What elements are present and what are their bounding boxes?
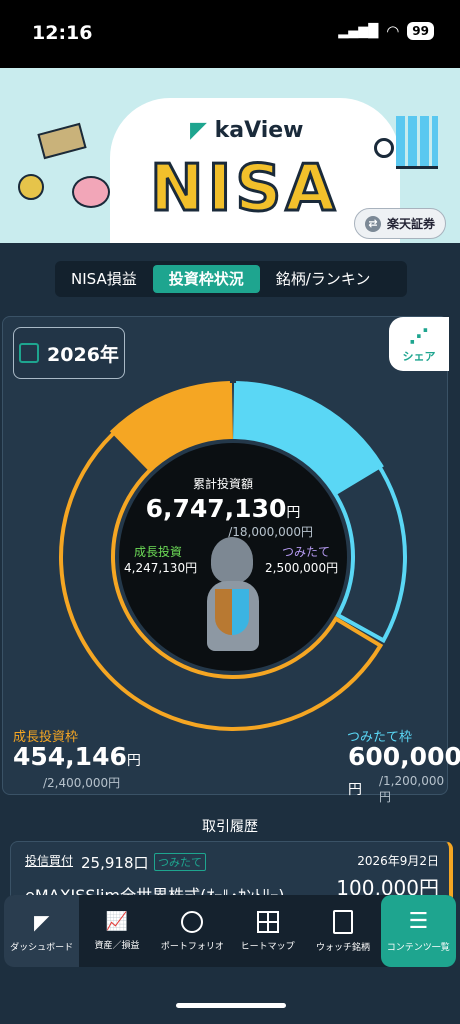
broker-label: 楽天証券	[386, 217, 435, 231]
brand-name: kaView	[214, 118, 304, 143]
tsumitate-frame-limit: /1,200,000円	[379, 774, 445, 804]
battery-icon: 99	[407, 22, 434, 40]
broker-button[interactable]: ⇄ 楽天証券	[353, 208, 446, 239]
portfolio-icon	[181, 910, 204, 933]
wifi-icon: ◠	[386, 22, 400, 40]
center-growth-label: 成長投資	[134, 545, 183, 559]
status-bar: 12:16 ▂▄▆█ ◠ 99	[0, 0, 460, 68]
tab-allowance[interactable]: 投資枠状況	[152, 265, 260, 293]
tsumitate-frame-unit: 円	[348, 782, 362, 798]
total-label: 累計投資額	[192, 477, 253, 491]
allowance-card: 2026年 ⋰ シェア 累計投資額 6,747,130円 /18,000,000…	[2, 316, 460, 804]
chart-icon: 📈	[105, 911, 129, 932]
nav-heatmap-label: ヒートマップ	[240, 941, 295, 952]
growth-frame-value-row: 454,146円	[13, 742, 141, 771]
nav-contents[interactable]: ☰ コンテンツ一覧	[380, 895, 456, 967]
signal-icon: ▂▄▆█	[338, 23, 379, 39]
nav-heatmap[interactable]: ヒートマップ	[230, 895, 305, 967]
piggy-icon	[72, 176, 110, 208]
nav-portfolio-label: ポートフォリオ	[160, 941, 224, 952]
share-button[interactable]: ⋰ シェア	[389, 317, 449, 371]
brand-logo: ◤ kaView	[190, 118, 304, 143]
history-tag: つみたて	[154, 853, 206, 871]
nav-watch[interactable]: ウォッチ銘柄	[305, 895, 380, 967]
history-qty: 25,918口	[81, 854, 149, 872]
total-value: 6,747,130	[145, 494, 287, 523]
history-date: 2026年9月2日	[357, 854, 439, 868]
center-tsumitate-value: 2,500,000円	[265, 561, 339, 575]
total-row: 6,747,130円	[133, 494, 313, 523]
history-type: 投信買付	[25, 854, 74, 868]
year-label: 2026年	[47, 343, 119, 366]
nav-watch-label: ウォッチ銘柄	[315, 942, 370, 953]
share-label: シェア	[402, 350, 436, 363]
brand-mark-icon: ◤	[190, 118, 207, 143]
growth-frame-value: 454,146	[13, 742, 127, 771]
nav-contents-label: コンテンツ一覧	[386, 943, 450, 953]
home-indicator	[176, 1003, 286, 1008]
dashboard-icon: ◤	[33, 909, 50, 934]
status-time: 12:16	[32, 22, 93, 44]
magnifier-icon	[374, 138, 394, 158]
growth-frame-unit: 円	[126, 753, 141, 769]
switch-icon: ⇄	[364, 215, 381, 232]
history-title: 取引履歴	[202, 819, 258, 835]
tsumitate-frame-value: 600,000	[348, 742, 460, 771]
calendar-icon	[19, 343, 40, 363]
nav-dashboard[interactable]: ◤ ダッシュボード	[4, 895, 80, 967]
heatmap-icon	[256, 910, 279, 933]
tab-ranking[interactable]: 銘柄/ランキン	[260, 265, 387, 293]
share-icon: ⋰	[409, 324, 429, 348]
coins-icon	[18, 174, 44, 200]
mascot-image	[201, 537, 263, 657]
bar-graph-icon	[396, 116, 438, 169]
center-tsumitate-label: つみたて	[282, 545, 331, 559]
money-icon	[37, 122, 87, 160]
growth-frame-limit: /2,400,000円	[43, 776, 121, 790]
nisa-title: NISA	[149, 151, 339, 228]
tab-bar: NISA損益 投資枠状況 銘柄/ランキン	[55, 261, 407, 297]
nav-dashboard-label: ダッシュボード	[10, 942, 74, 953]
nav-portfolio[interactable]: ポートフォリオ	[155, 895, 230, 967]
menu-icon: ☰	[408, 909, 429, 934]
tab-nisa-pl[interactable]: NISA損益	[55, 265, 153, 293]
bottom-nav: ◤ ダッシュボード 📈 資産／損益 ポートフォリオ ヒートマップ ウォッチ銘柄 …	[4, 895, 456, 967]
hero-banner: ◤ kaView NISA ⇄ 楽天証券	[0, 68, 460, 243]
center-summary: 累計投資額 6,747,130円 /18,000,000円	[133, 475, 313, 540]
status-icons: ▂▄▆█ ◠ 99	[338, 22, 434, 40]
center-growth-value: 4,247,130円	[124, 561, 198, 575]
nav-assets[interactable]: 📈 資産／損益	[79, 895, 154, 967]
watch-icon	[332, 909, 353, 934]
nav-assets-label: 資産／損益	[94, 941, 140, 951]
total-unit: 円	[286, 505, 301, 521]
